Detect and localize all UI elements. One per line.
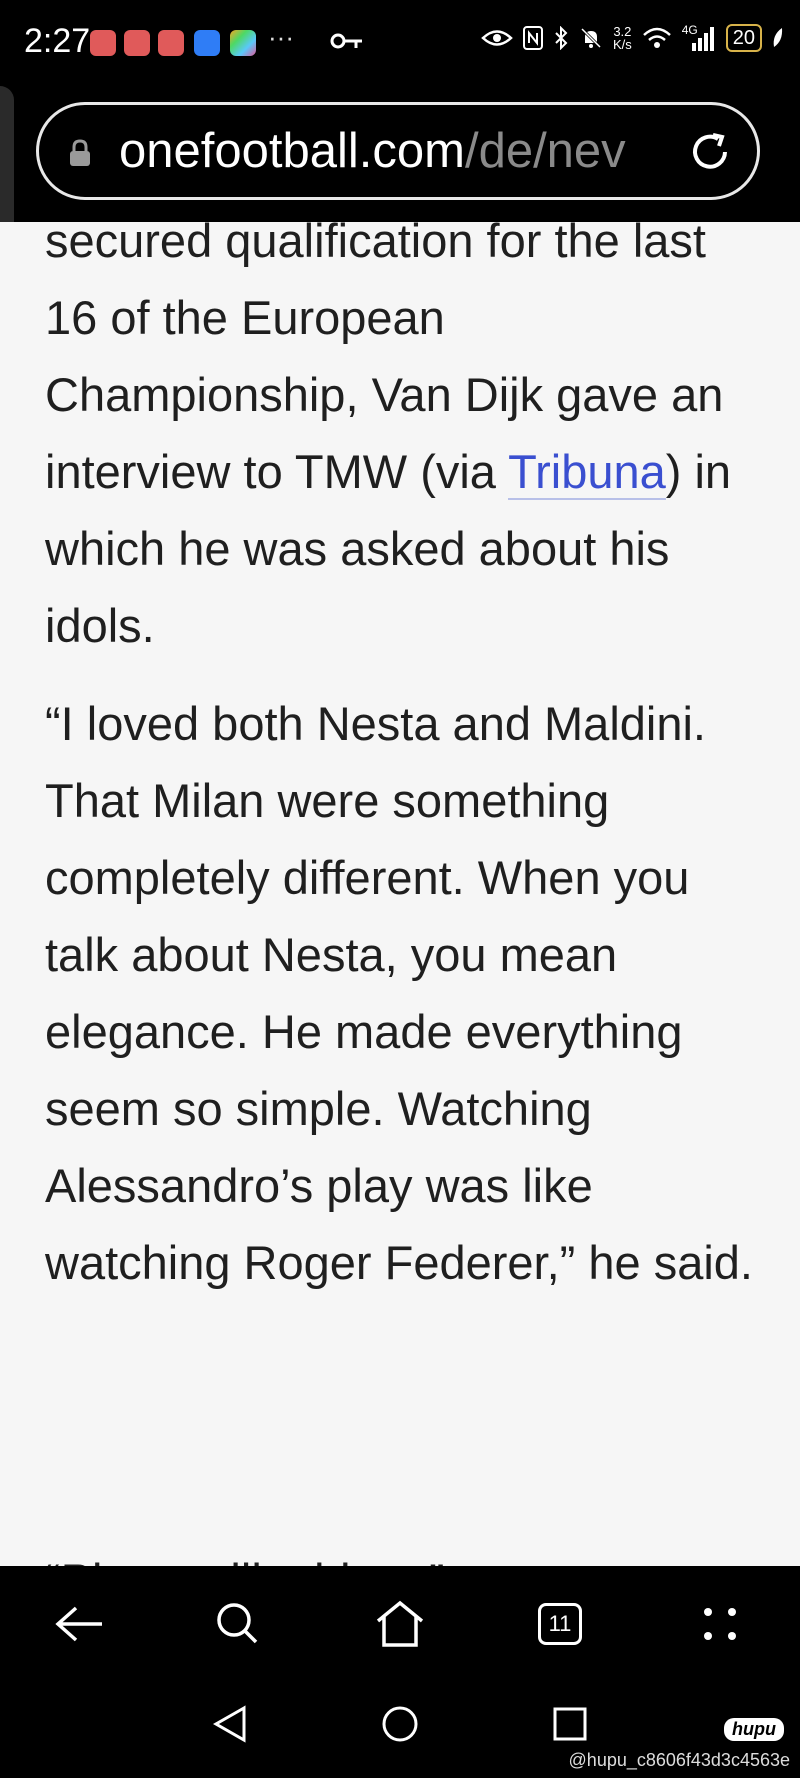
triangle-back-icon (212, 1705, 246, 1743)
more-notifications-icon: ··· (268, 22, 294, 52)
battery-indicator: 20 (725, 24, 762, 52)
grid-dots-icon (704, 1608, 736, 1640)
bell-muted-icon (580, 27, 602, 49)
reload-icon[interactable] (685, 127, 735, 177)
address-bar[interactable]: onefootball.com/de/nev (36, 102, 760, 200)
gallery-app-icon (230, 30, 256, 56)
wifi-icon (642, 27, 671, 48)
square-recents-icon (553, 1707, 587, 1741)
huawei-notification-icon (158, 30, 184, 56)
back-button[interactable] (48, 1592, 112, 1656)
search-icon (217, 1603, 258, 1644)
security-app-icon (194, 30, 220, 56)
lock-icon (70, 139, 90, 166)
tribuna-link[interactable]: Tribuna (508, 445, 666, 500)
home-icon (376, 1600, 424, 1647)
nfc-icon (522, 26, 543, 50)
article-paragraph-partial: “Players like him...” (45, 1542, 765, 1566)
menu-button[interactable] (688, 1592, 752, 1656)
hupu-logo: hupu (724, 1718, 784, 1741)
eye-icon (481, 30, 513, 46)
status-bar: 2:27 ··· 3.2 K/s 4G 20 (0, 0, 800, 88)
clock: 2:27 (24, 22, 91, 60)
network-speed: 3.2 K/s (612, 24, 632, 52)
article-body: secured qualification for the last 16 of… (0, 222, 800, 1566)
huawei-notification-icon (124, 30, 150, 56)
huawei-notification-icon (90, 30, 116, 56)
url-text[interactable]: onefootball.com/de/nev (119, 123, 679, 179)
watermark-handle: @hupu_c8606f43d3c4563e (568, 1750, 790, 1770)
arrow-left-icon (55, 1606, 102, 1642)
circle-home-icon (382, 1706, 418, 1742)
article-paragraph: “I loved both Nesta and Maldini. That Mi… (45, 697, 753, 1289)
system-back-button[interactable] (200, 1694, 260, 1754)
key-icon (330, 33, 362, 49)
search-button[interactable] (206, 1592, 270, 1656)
browser-toolbar: onefootball.com/de/nev (0, 88, 800, 222)
system-home-button[interactable] (370, 1694, 430, 1754)
charging-leaf-icon (773, 28, 783, 47)
tabs-button[interactable]: 11 (528, 1592, 592, 1656)
cellular-signal-icon: 4G (682, 23, 716, 51)
bluetooth-icon (555, 26, 568, 50)
system-recents-button[interactable] (540, 1694, 600, 1754)
home-button[interactable] (368, 1592, 432, 1656)
article-paragraph: secured qualification for the last 16 of… (45, 222, 732, 652)
browser-bottom-bar: 11 hupu @hupu_c8606f43d3c4563e (0, 1566, 800, 1778)
tab-count: 11 (538, 1603, 582, 1645)
